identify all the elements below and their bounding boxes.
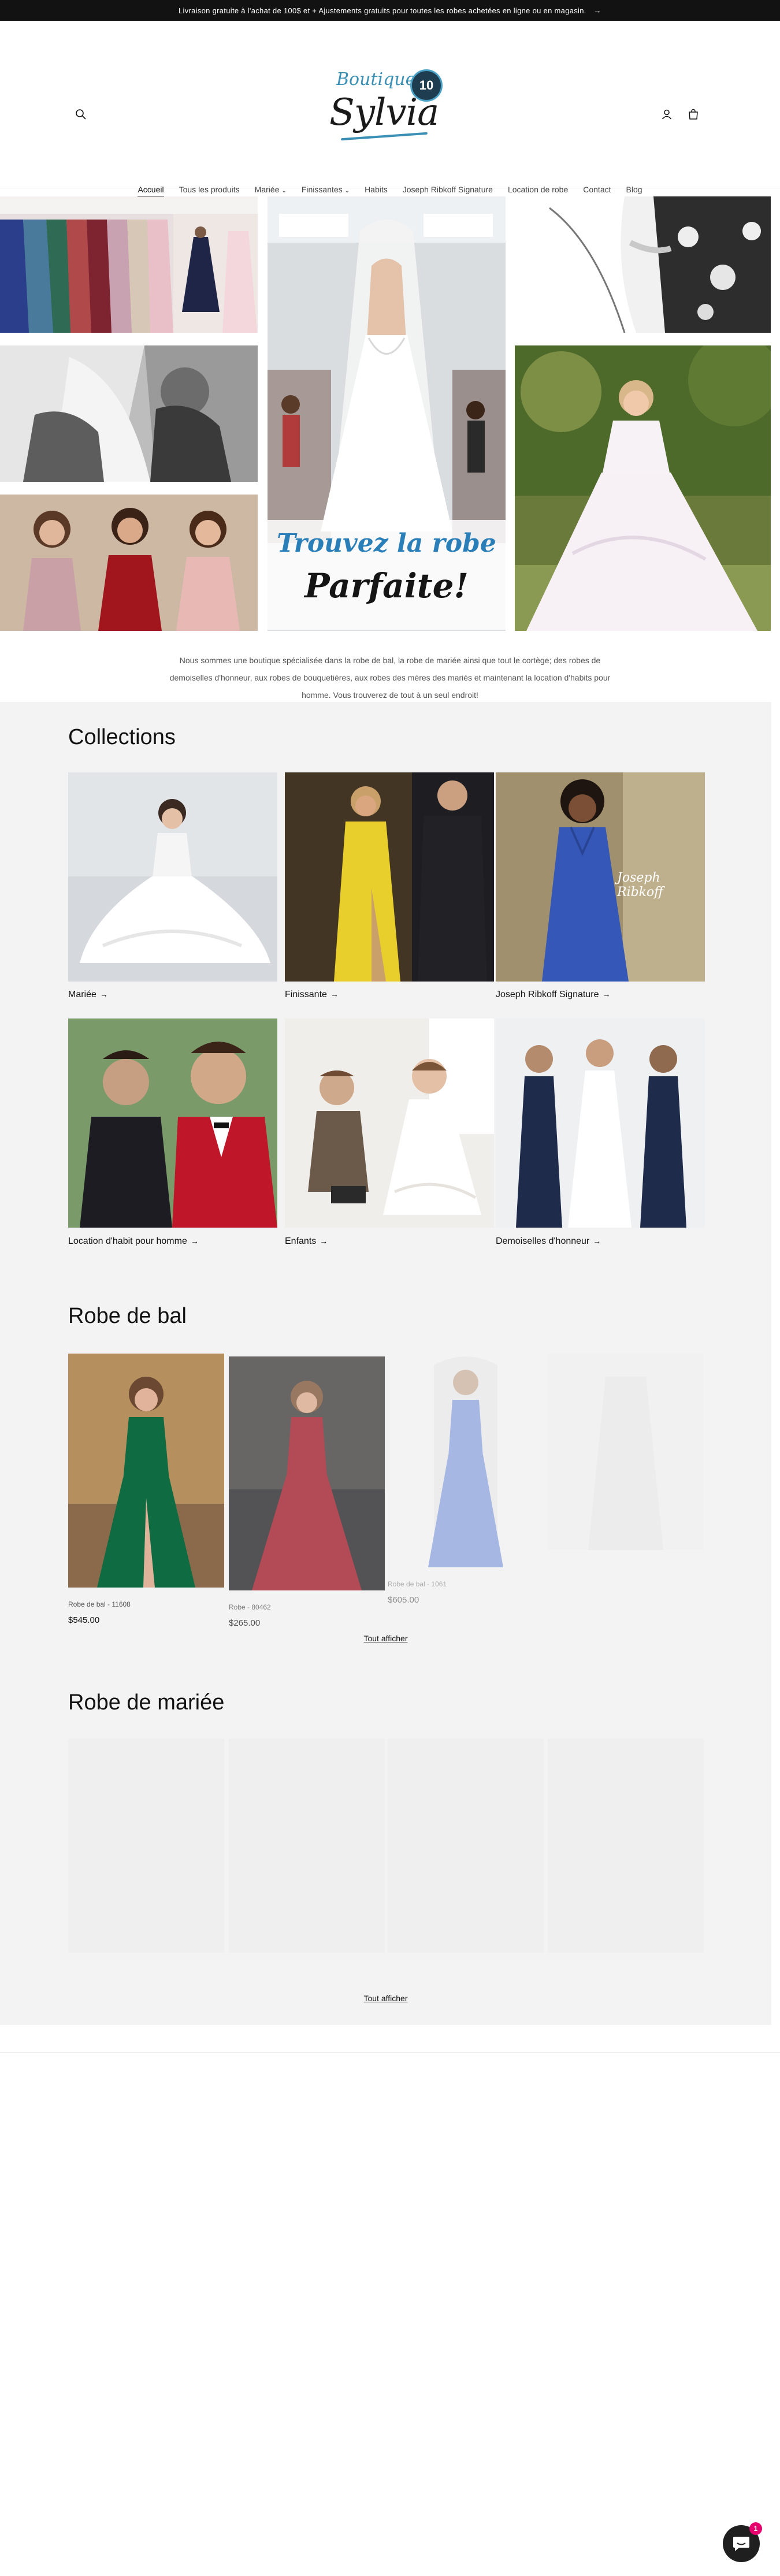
nav-item-location-de-robe[interactable]: Location de robe <box>508 185 568 196</box>
bridal-product-card[interactable] <box>388 1739 544 1953</box>
product-card-80462[interactable]: Robe - 80462 $265.00 <box>229 1356 385 1628</box>
bridal-product-card[interactable] <box>548 1739 704 1953</box>
arrow-right-icon: → <box>99 990 108 999</box>
nav-item-finissantes[interactable]: Finissantes ⌄ <box>302 185 350 196</box>
hero-image-bridesmaids <box>0 495 258 631</box>
main-navigation: Accueil Tous les produits Mariée ⌄ Finiss… <box>0 185 780 196</box>
collections-title: Collections <box>68 725 176 749</box>
logo-anniversary-badge: 10 <box>410 69 443 102</box>
product-image <box>229 1356 385 1590</box>
bridal-product-card[interactable] <box>229 1739 385 1953</box>
hero-overlay-line2: Parfaite! <box>304 566 469 605</box>
prom-view-all-link[interactable]: Tout afficher <box>363 1634 407 1643</box>
arrow-right-icon: → <box>190 1236 199 1246</box>
logo-top-text: Boutique <box>336 69 416 90</box>
product-card-placeholder[interactable] <box>548 1354 704 1550</box>
collection-card-mariee[interactable] <box>68 772 277 982</box>
footer-divider <box>0 2052 780 2053</box>
chat-notification-badge: 1 <box>749 2522 762 2535</box>
intro-section: Nous sommes une boutique spécialisée dan… <box>0 652 780 704</box>
nav-item-tous-les-produits[interactable]: Tous les produits <box>179 185 240 196</box>
product-card-11608[interactable]: Robe de bal - 11608 $545.00 <box>68 1354 224 1625</box>
collection-card-enfants[interactable] <box>285 1018 494 1228</box>
product-image <box>229 1739 385 1953</box>
nav-item-habits[interactable]: Habits <box>365 185 388 196</box>
collection-card-joseph-ribkoff[interactable]: Joseph Ribkoff <box>496 772 705 982</box>
arrow-right-icon: → <box>593 6 601 15</box>
announcement-text: Livraison gratuite à l'achat de 100$ et … <box>178 6 586 15</box>
product-name: Robe - 80462 <box>229 1603 271 1611</box>
product-image <box>68 1739 224 1953</box>
collection-card-demoiselles[interactable] <box>496 1018 705 1228</box>
bridal-view-all: Tout afficher <box>0 1994 771 2003</box>
product-price: $545.00 <box>68 1615 100 1625</box>
collection-card-habit-homme[interactable] <box>68 1018 277 1228</box>
collection-link-mariee[interactable]: Mariée → <box>68 990 108 1000</box>
product-image <box>548 1739 704 1953</box>
collection-card-finissante[interactable] <box>285 772 494 982</box>
hero-image-dress-lacing <box>515 196 771 333</box>
arrow-right-icon: → <box>320 1236 328 1246</box>
hero-collage: Trouvez la robe Parfaite! <box>0 196 780 631</box>
cart-icon[interactable] <box>686 107 700 121</box>
hero-image-bride-back: Trouvez la robe Parfaite! <box>268 196 506 631</box>
collection-link-demoiselles[interactable]: Demoiselles d'honneur → <box>496 1236 601 1247</box>
prom-section-title: Robe de bal <box>68 1304 187 1328</box>
chevron-down-icon: ⌄ <box>344 188 350 194</box>
arrow-right-icon: → <box>330 990 339 999</box>
arrow-right-icon: → <box>602 990 611 999</box>
collection-link-finissante[interactable]: Finissante → <box>285 990 339 1000</box>
search-icon[interactable] <box>74 107 88 121</box>
product-price: $605.00 <box>388 1595 419 1605</box>
nav-item-accueil[interactable]: Accueil <box>138 185 164 196</box>
product-image <box>68 1354 224 1588</box>
chevron-down-icon: ⌄ <box>281 188 287 194</box>
product-image <box>388 1354 544 1567</box>
product-image <box>388 1739 544 1953</box>
prom-view-all: Tout afficher <box>0 1634 771 1643</box>
account-icon[interactable] <box>660 107 674 121</box>
product-price: $265.00 <box>229 1618 261 1628</box>
collection-link-joseph-ribkoff[interactable]: Joseph Ribkoff Signature → <box>496 990 610 1000</box>
joseph-ribkoff-watermark: Joseph Ribkoff <box>617 871 663 899</box>
nav-item-blog[interactable]: Blog <box>626 185 642 196</box>
bridal-section-title: Robe de mariée <box>68 1690 225 1715</box>
arrow-right-icon: → <box>593 1236 601 1246</box>
store-logo[interactable]: Boutique Sylvia 10 <box>324 66 451 164</box>
bridal-product-card[interactable] <box>68 1739 224 1953</box>
hero-overlay-line1: Trouvez la robe <box>277 529 496 558</box>
nav-item-contact[interactable]: Contact <box>583 185 611 196</box>
collection-link-habit-homme[interactable]: Location d'habit pour homme → <box>68 1236 199 1247</box>
nav-item-mariee[interactable]: Mariée ⌄ <box>255 185 287 196</box>
collection-link-enfants[interactable]: Enfants → <box>285 1236 328 1247</box>
hero-image-bride-garden <box>515 345 771 631</box>
intro-text: Nous sommes une boutique spécialisée dan… <box>169 656 611 700</box>
hero-image-dress-rack <box>0 196 258 333</box>
product-name: Robe de bal - 11608 <box>68 1600 131 1608</box>
hero-image-bride-veil <box>0 345 258 482</box>
site-header: Boutique Sylvia 10 Accueil Tous les prod… <box>0 21 780 196</box>
product-image <box>548 1354 704 1550</box>
product-card-1061[interactable]: Robe de bal - 1061 $605.00 <box>388 1354 544 1605</box>
nav-item-joseph-ribkoff[interactable]: Joseph Ribkoff Signature <box>403 185 493 196</box>
bridal-view-all-link[interactable]: Tout afficher <box>363 1994 407 2003</box>
announcement-bar[interactable]: Livraison gratuite à l'achat de 100$ et … <box>0 0 780 21</box>
product-name: Robe de bal - 1061 <box>388 1580 447 1588</box>
